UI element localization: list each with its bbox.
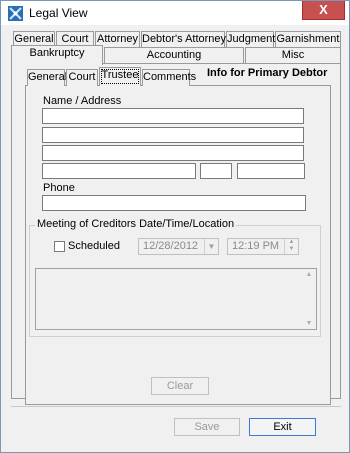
scroll-up-icon[interactable]: ▲	[302, 271, 316, 278]
tab-judgment[interactable]: Judgment	[226, 31, 275, 48]
state-field[interactable]	[200, 163, 232, 179]
clear-button[interactable]: Clear	[151, 377, 209, 395]
close-button[interactable]: X	[302, 1, 345, 20]
city-field[interactable]	[42, 163, 196, 179]
zip-field[interactable]	[237, 163, 305, 179]
meeting-time-picker[interactable]: 12:19 PM ▲ ▼	[227, 238, 299, 255]
tab-accounting[interactable]: Accounting	[104, 47, 244, 64]
scroll-down-icon[interactable]: ▼	[302, 320, 316, 327]
name-field[interactable]	[42, 108, 304, 124]
chevron-down-icon[interactable]: ▼	[204, 239, 218, 254]
meeting-location-field[interactable]: ▲ ▼	[35, 268, 317, 330]
scheduled-checkbox[interactable]	[54, 241, 65, 252]
tab-misc[interactable]: Misc	[245, 47, 341, 64]
address-line1-field[interactable]	[42, 127, 304, 143]
tab-debtors-attorney[interactable]: Debtor's Attorney	[141, 31, 226, 48]
meeting-date-picker[interactable]: 12/28/2012 ▼	[138, 238, 219, 255]
phone-field[interactable]	[42, 195, 306, 211]
footer-separator	[11, 406, 341, 407]
address-line2-field[interactable]	[42, 145, 304, 161]
phone-label: Phone	[43, 182, 75, 194]
exit-button[interactable]: Exit	[249, 418, 316, 436]
title-bar: Legal View X	[1, 1, 349, 25]
inner-tab-comments[interactable]: Comments	[142, 69, 196, 86]
legal-view-window: Legal View X General Court Attorney Debt…	[0, 0, 350, 453]
close-icon: X	[319, 2, 328, 17]
info-for-primary-debtor: Info for Primary Debtor	[207, 67, 328, 79]
save-button[interactable]: Save	[174, 418, 240, 436]
name-address-label: Name / Address	[43, 95, 122, 107]
window-title: Legal View	[29, 6, 88, 20]
spin-arrows-icon[interactable]: ▲ ▼	[284, 239, 298, 254]
meeting-of-creditors-title: Meeting of Creditors Date/Time/Location	[35, 218, 237, 230]
memo-scrollbar[interactable]: ▲ ▼	[302, 269, 316, 329]
scheduled-label[interactable]: Scheduled	[68, 240, 120, 252]
inner-tab-court[interactable]: Court	[66, 69, 98, 86]
inner-tab-general[interactable]: General	[27, 69, 67, 86]
app-icon	[8, 6, 23, 21]
tab-bankruptcy[interactable]: Bankruptcy	[11, 45, 103, 65]
inner-tab-trustee[interactable]: Trustee	[99, 67, 141, 86]
tab-garnishment[interactable]: Garnishment	[275, 31, 341, 48]
